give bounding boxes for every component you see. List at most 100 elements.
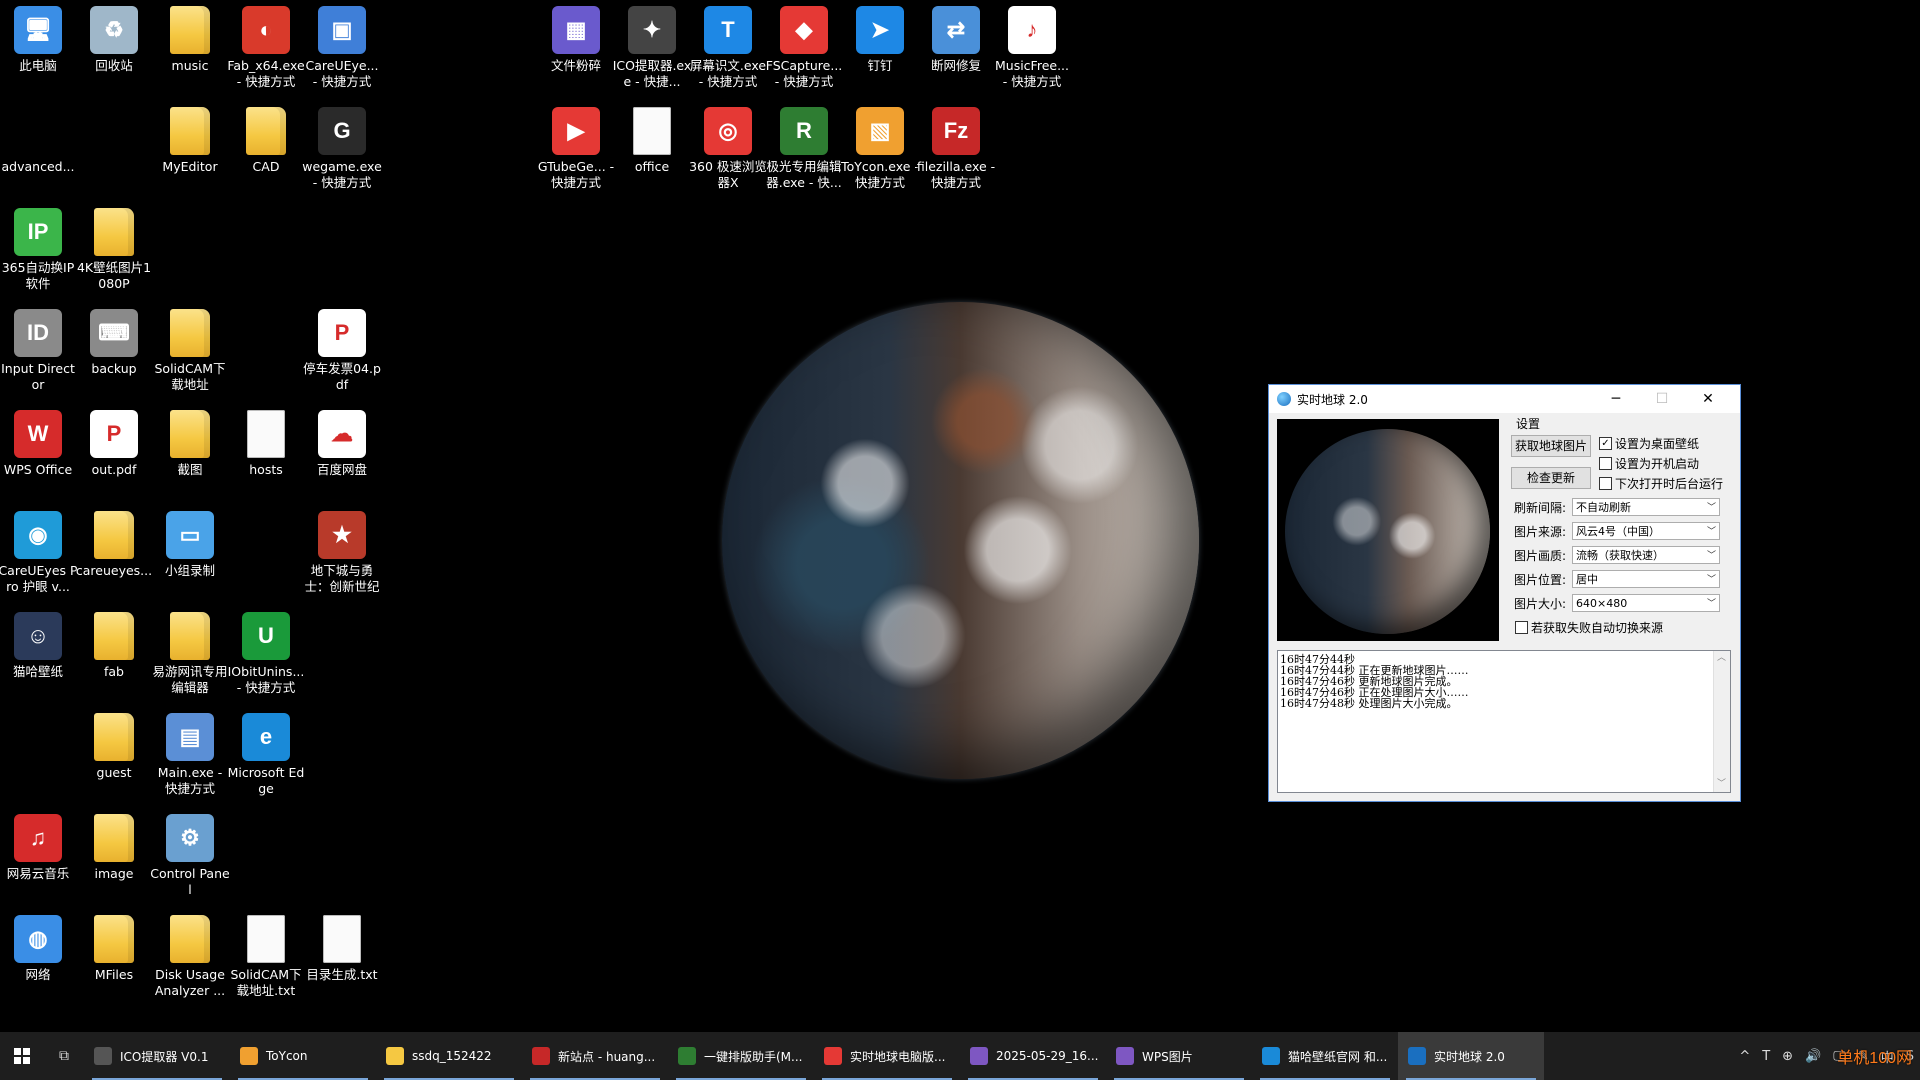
check-update-button[interactable]: 检查更新 (1511, 467, 1591, 489)
taskbar-item[interactable]: ICO提取器 V0.1 (84, 1032, 230, 1080)
close-button[interactable]: ✕ (1685, 385, 1731, 413)
desktop-icon[interactable]: ⚙ Control Panel (150, 808, 230, 904)
desktop-icon[interactable]: R 极光专用编辑器.exe - 快... (766, 101, 842, 197)
background-run-checkbox[interactable]: 下次打开时后台运行 (1599, 475, 1723, 492)
desktop-icon[interactable]: W WPS Office (0, 404, 76, 500)
desktop-icon[interactable]: 截图 (152, 404, 228, 500)
taskbar-item[interactable]: 实时地球 2.0 (1398, 1032, 1544, 1080)
desktop-icon[interactable]: ◉ CareUEyes Pro 护眼 v... (0, 505, 78, 601)
desktop-icon[interactable]: MFiles (76, 909, 152, 1005)
refresh-interval-label: 刷新间隔: (1514, 500, 1567, 515)
tray-icon[interactable]: ^ (1739, 1049, 1750, 1064)
window-titlebar[interactable]: 实时地球 2.0 ─ ☐ ✕ (1269, 385, 1740, 413)
startup-checkbox[interactable]: 设置为开机启动 (1599, 455, 1699, 472)
auto-switch-checkbox-box[interactable] (1515, 621, 1528, 634)
wallpaper-checkbox[interactable]: ✓ 设置为桌面壁纸 (1599, 435, 1699, 452)
desktop-icon[interactable]: SolidCAM下载地址.txt (228, 909, 304, 1005)
desktop-icon[interactable]: U IObitUnins... - 快捷方式 (228, 606, 304, 702)
desktop-icon[interactable]: ◐ Fab_x64.exe - 快捷方式 (227, 0, 305, 96)
desktop-icon[interactable]: P 停车发票04.pdf (303, 303, 381, 399)
image-position-select[interactable]: 居中 ﹀ (1572, 570, 1720, 588)
desktop-icon[interactable]: ✦ ICO提取器.exe - 快捷... (613, 0, 691, 96)
taskbar-item[interactable]: WPS图片 (1106, 1032, 1252, 1080)
startup-checkbox-box[interactable] (1599, 457, 1612, 470)
app-icon (633, 107, 671, 155)
image-quality-select[interactable]: 流畅（获取快速） ﹀ (1572, 546, 1720, 564)
desktop-icon[interactable]: Fz filezilla.exe - 快捷方式 (917, 101, 995, 197)
desktop-icon[interactable]: Gwegame.exe - 快捷方式 (302, 101, 382, 197)
taskbar-item[interactable]: ToYcon (230, 1032, 376, 1080)
desktop-icon[interactable]: ☺ 猫哈壁纸 (0, 606, 76, 702)
image-size-select[interactable]: 640×480 ﹀ (1572, 594, 1720, 612)
desktop-icon[interactable]: fab (76, 606, 152, 702)
desktop-icon[interactable]: office (614, 101, 690, 197)
desktop-icon[interactable]: 🖥 此电脑 (0, 0, 76, 96)
desktop-icon[interactable]: 易游网讯专用编辑器 (152, 606, 228, 702)
desktop-icon[interactable]: ▣ CareUEye... - 快捷方式 (304, 0, 380, 96)
log-textarea[interactable]: 16时47分44秒 16时47分44秒 正在更新地球图片…… 16时47分46秒… (1277, 650, 1731, 793)
task-view-icon: ⧉ (59, 1048, 69, 1064)
desktop-icon[interactable]: ▭ 小组录制 (152, 505, 228, 601)
desktop-icon[interactable]: ♫ 网易云音乐 (0, 808, 76, 904)
desktop-icon[interactable]: ➤ 钉钉 (842, 0, 918, 96)
desktop-icon[interactable]: ◎ 360 极速浏览器X (689, 101, 767, 197)
taskbar-item[interactable]: 2025-05-29_16... (960, 1032, 1106, 1080)
fetch-earth-button[interactable]: 获取地球图片 (1511, 435, 1591, 457)
desktop-icon[interactable]: Disk Usage Analyzer ... (152, 909, 228, 1005)
desktop-icon[interactable]: SolidCAM下载地址 (152, 303, 228, 399)
taskbar-app-icon (240, 1047, 258, 1065)
desktop-icon[interactable]: ◆ FSCapture... - 快捷方式 (766, 0, 842, 96)
taskbar-item[interactable]: 一键排版助手(M... (668, 1032, 814, 1080)
desktop-icon[interactable]: guest (76, 707, 152, 803)
desktop-icon[interactable]: ID Input Director (0, 303, 76, 399)
desktop-icon[interactable]: ♻ 回收站 (76, 0, 152, 96)
desktop-icon[interactable]: ▧ ToYcon.exe - 快捷方式 (841, 101, 919, 197)
desktop-icon-label: FSCapture... - 快捷方式 (765, 58, 843, 89)
start-button[interactable] (0, 1032, 44, 1080)
tray-icon[interactable]: T (1762, 1049, 1770, 1064)
desktop-icon[interactable]: 目录生成.txt (304, 909, 380, 1005)
desktop-icon[interactable]: ▤ Main.exe - 快捷方式 (152, 707, 228, 803)
app-icon: ➤ (856, 6, 904, 54)
desktop-icon[interactable]: ⇄ 断网修复 (918, 0, 994, 96)
desktop-icon[interactable]: ◍ 网络 (0, 909, 76, 1005)
desktop-icon[interactable]: MyEditor (152, 101, 228, 197)
desktop-icon[interactable]: ▦ 文件粉碎 (538, 0, 614, 96)
desktop-icon-label: CareUEyes Pro 护眼 v... (0, 563, 78, 594)
desktop-icon[interactable]: ▶ GTubeGe... - 快捷方式 (538, 101, 614, 197)
scroll-up-icon[interactable]: ︿ (1717, 653, 1726, 664)
background-run-checkbox-box[interactable] (1599, 477, 1612, 490)
minimize-button[interactable]: ─ (1593, 385, 1639, 413)
scroll-down-icon[interactable]: ﹀ (1717, 779, 1726, 790)
desktop-icon[interactable]: advanced... (0, 101, 76, 197)
task-view-button[interactable]: ⧉ (44, 1032, 84, 1080)
desktop-icon[interactable]: ☁ 百度网盘 (304, 404, 380, 500)
desktop-icon[interactable]: image (76, 808, 152, 904)
taskbar-item[interactable]: 新站点 - huang... (522, 1032, 668, 1080)
desktop-icon[interactable]: ⌨ backup (76, 303, 152, 399)
desktop-icon[interactable]: 4K壁纸图片1080P (76, 202, 152, 298)
desktop-icon[interactable]: CAD (228, 101, 304, 197)
desktop-icon[interactable]: careueyes... (76, 505, 152, 601)
auto-switch-checkbox[interactable]: 若获取失败自动切换来源 (1515, 619, 1663, 636)
desktop-icon[interactable]: ♪ MusicFree... - 快捷方式 (994, 0, 1070, 96)
desktop-icon[interactable]: T 屏幕识文.exe - 快捷方式 (690, 0, 766, 96)
log-scrollbar[interactable]: ︿ ﹀ (1713, 651, 1730, 792)
app-icon: ◐ (242, 6, 290, 54)
desktop-icon[interactable]: hosts (228, 404, 304, 500)
taskbar-item[interactable]: 实时地球电脑版... (814, 1032, 960, 1080)
desktop-icon[interactable]: IP 365自动换IP软件 (0, 202, 76, 298)
tray-icon[interactable]: ⊕ (1782, 1049, 1793, 1064)
taskbar-item[interactable]: 猫哈壁纸官网 和... (1252, 1032, 1398, 1080)
image-source-select[interactable]: 风云4号（中国） ﹀ (1572, 522, 1720, 540)
desktop-icon[interactable]: Pout.pdf (76, 404, 152, 500)
taskbar-item[interactable]: ssdq_152422 (376, 1032, 522, 1080)
wallpaper-checkbox-box[interactable]: ✓ (1599, 437, 1612, 450)
desktop-icon[interactable]: e Microsoft Edge (228, 707, 304, 803)
refresh-interval-select[interactable]: 不自动刷新 ﹀ (1572, 498, 1720, 516)
app-icon: IP (14, 208, 62, 256)
desktop-icon[interactable]: music (152, 0, 228, 96)
tray-icon[interactable]: 🔊 (1805, 1049, 1821, 1064)
desktop-icon[interactable]: ★ 地下城与勇士：创新世纪 (304, 505, 380, 601)
maximize-button[interactable]: ☐ (1639, 385, 1685, 413)
